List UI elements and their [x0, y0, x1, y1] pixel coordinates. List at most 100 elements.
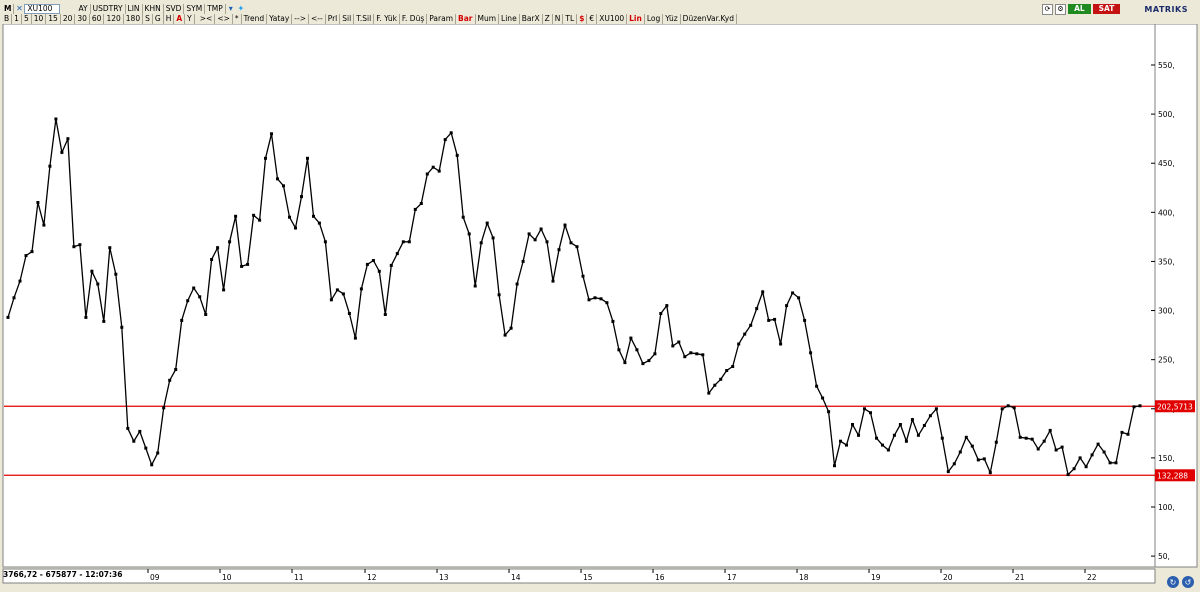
status-readout: 3766,72 - 675877 - 12:07:36	[3, 570, 123, 579]
data-point	[797, 296, 801, 300]
period-button-6[interactable]: 30	[75, 13, 90, 24]
data-point	[431, 165, 435, 169]
tool-button-15[interactable]: Line	[499, 13, 520, 24]
sell-button[interactable]: SAT	[1092, 4, 1121, 14]
tool-button-14[interactable]: Mum	[476, 13, 500, 24]
period-button-11[interactable]: G	[153, 13, 164, 24]
data-point	[785, 304, 789, 308]
toolbar-row-bottom: B 1 5 10 15 20 30 60 120 180 S G H A Y >< <> * Trend Yata…	[2, 13, 737, 24]
tool-button-22[interactable]: XU100	[597, 13, 628, 24]
data-point	[761, 290, 765, 294]
period-button-13[interactable]: A	[174, 13, 186, 24]
data-point	[144, 446, 148, 450]
data-point	[1036, 447, 1040, 451]
data-point	[988, 471, 992, 475]
level-label: 202,5713	[1157, 402, 1193, 411]
tool-button-7[interactable]: Prl	[326, 13, 341, 24]
data-point	[1000, 407, 1004, 411]
x-axis-panel	[2, 568, 1156, 584]
svd-button[interactable]: SVD	[164, 3, 185, 14]
period-button-10[interactable]: S	[143, 13, 153, 24]
period-button-7[interactable]: 60	[90, 13, 105, 24]
zoom-icon[interactable]: ↻	[1167, 576, 1179, 588]
tool-button-6[interactable]: <--	[309, 13, 326, 24]
x-tick-label: 14	[511, 573, 521, 582]
data-point	[707, 391, 711, 395]
tool-button-2[interactable]: *	[233, 13, 242, 24]
data-point	[317, 221, 321, 225]
y-tick-label: 350,	[1158, 257, 1175, 266]
ay-button[interactable]: AY	[76, 3, 91, 14]
data-point	[695, 352, 699, 356]
period-button-1[interactable]: 1	[12, 13, 22, 24]
tool-button-13[interactable]: Bar	[456, 13, 476, 24]
data-point	[928, 414, 932, 418]
twitter-icon[interactable]: ✦	[236, 4, 246, 14]
tool-button-5[interactable]: -->	[292, 13, 309, 24]
tool-button-26[interactable]: DüzenVar.Kyd	[681, 13, 737, 24]
x-tick-label: 17	[727, 573, 737, 582]
data-point	[1018, 435, 1022, 439]
data-point	[881, 443, 884, 447]
data-point	[335, 288, 339, 292]
lin-button[interactable]: LIN	[126, 3, 143, 14]
tool-button-18[interactable]: N	[553, 13, 564, 24]
tool-button-10[interactable]: F. Yük	[374, 13, 400, 24]
buy-button[interactable]: AL	[1068, 4, 1091, 14]
tool-button-8[interactable]: Sil	[340, 13, 355, 24]
period-button-0[interactable]: B	[2, 13, 13, 24]
tool-button-17[interactable]: Z	[543, 13, 553, 24]
data-point	[940, 436, 944, 440]
period-button-3[interactable]: 10	[32, 13, 47, 24]
period-button-14[interactable]: Y	[185, 13, 195, 24]
chart-icon[interactable]: ✕	[14, 4, 24, 14]
tool-button-25[interactable]: Yüz	[663, 13, 681, 24]
data-point	[413, 207, 417, 211]
sym-button[interactable]: SYM	[184, 3, 206, 14]
data-point	[240, 264, 244, 268]
period-button-2[interactable]: 5	[22, 13, 32, 24]
tool-button-3[interactable]: Trend	[242, 13, 268, 24]
period-button-12[interactable]: H	[164, 13, 175, 24]
tool-button-20[interactable]: $	[577, 13, 588, 24]
data-point	[168, 378, 172, 382]
refresh-icon[interactable]: ⟳	[1042, 3, 1054, 15]
tool-button-21[interactable]: €	[587, 13, 598, 24]
tool-button-0[interactable]: ><	[198, 13, 216, 24]
price-chart[interactable]: 50,100,150,200,250,300,350,400,450,500,5…	[0, 24, 1200, 592]
data-point	[359, 287, 363, 291]
data-point	[443, 138, 447, 142]
tool-button-12[interactable]: Param	[427, 13, 457, 24]
tool-button-1[interactable]: <>	[215, 13, 233, 24]
usdtry-button[interactable]: USDTRY	[91, 3, 126, 14]
dropdown-icon[interactable]: ▾	[226, 4, 236, 14]
data-point	[180, 318, 184, 322]
period-button-8[interactable]: 120	[104, 13, 124, 24]
khn-button[interactable]: KHN	[143, 3, 164, 14]
tool-button-24[interactable]: Log	[645, 13, 664, 24]
data-point	[300, 195, 303, 199]
data-point	[713, 383, 717, 387]
tool-button-19[interactable]: TL	[563, 13, 578, 24]
tool-button-11[interactable]: F. Düş	[400, 13, 428, 24]
tool-button-16[interactable]: BarX	[520, 13, 543, 24]
data-point	[701, 353, 705, 357]
symbol-input[interactable]: XU100	[24, 3, 61, 14]
x-tick-label: 10	[222, 573, 232, 582]
settings-icon[interactable]: ⚙	[1055, 3, 1067, 15]
data-point	[383, 313, 387, 316]
tool-button-4[interactable]: Yatay	[267, 13, 293, 24]
period-button-4[interactable]: 15	[46, 13, 61, 24]
data-point	[1048, 428, 1052, 432]
corner-controls: ↻ ↺	[1167, 576, 1194, 588]
tool-button-23[interactable]: Lin	[627, 13, 645, 24]
period-button-5[interactable]: 20	[61, 13, 76, 24]
tool-button-9[interactable]: T.Sil	[354, 13, 375, 24]
m-button[interactable]: M	[2, 3, 15, 14]
data-point	[126, 426, 130, 430]
period-button-9[interactable]: 180	[124, 13, 144, 24]
level-label: 132,288	[1157, 471, 1188, 480]
tmp-button[interactable]: TMP	[205, 3, 226, 14]
reset-icon[interactable]: ↺	[1182, 576, 1194, 588]
data-point	[323, 240, 327, 244]
